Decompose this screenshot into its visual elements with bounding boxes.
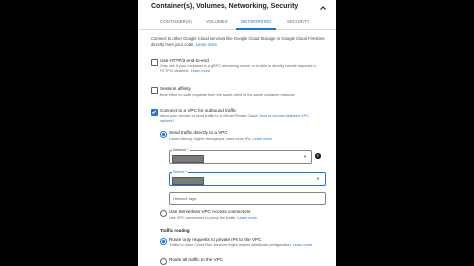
serverless-vpc-label: Use Serverless VPC Access connectors (169, 209, 251, 214)
active-tab-indicator (236, 28, 276, 30)
direct-vpc-learn-more-link[interactable]: Learn more (253, 137, 272, 141)
intro-text: Connect to other Google Cloud services l… (151, 36, 325, 47)
section-title: Container(s), Volumes, Networking, Secur… (151, 3, 299, 10)
route-private-learn-more-link[interactable]: Learn more (293, 243, 312, 247)
subnet-field-label: Subnet * (172, 170, 188, 174)
subnet-select[interactable]: Subnet * ▼ (169, 170, 326, 186)
intro-learn-more-link[interactable]: Learn more (196, 42, 217, 47)
tab-bar: CONTAINER(S) VOLUMES NETWORKING SECURITY (138, 16, 336, 30)
tab-containers[interactable]: CONTAINER(S) (160, 19, 192, 24)
dropdown-arrow-icon: ▼ (316, 176, 320, 181)
serverless-vpc-description: Use VPC connectors to proxy the traffic.… (169, 216, 257, 221)
network-help-icon[interactable]: ? (315, 153, 321, 159)
settings-panel: Container(s), Volumes, Networking, Secur… (138, 0, 336, 266)
vpc-choose-link-continued[interactable]: options? (160, 119, 309, 124)
direct-vpc-desc-text: Lower latency, higher throughput, uses m… (169, 137, 252, 141)
vpc-label: Connect to a VPC for outbound traffic (160, 108, 237, 113)
direct-vpc-label: Send traffic directly to a VPC (169, 130, 228, 135)
http2-checkbox[interactable] (151, 59, 158, 66)
http2-learn-more-link[interactable]: Learn more (191, 69, 210, 73)
subnet-redacted-value (172, 177, 204, 185)
vpc-checkbox[interactable] (151, 109, 158, 116)
network-tags-input[interactable]: Network tags (169, 192, 326, 205)
network-select[interactable]: Network * ▼ (169, 148, 312, 164)
tab-security[interactable]: SECURITY (287, 19, 310, 24)
direct-vpc-description: Lower latency, higher throughput, uses m… (169, 137, 272, 142)
route-all-label: Route all traffic to the VPC (169, 257, 224, 262)
network-tags-placeholder: Network tags (173, 196, 197, 201)
traffic-routing-title: Traffic routing (160, 228, 190, 233)
section-header[interactable]: Container(s), Volumes, Networking, Secur… (138, 0, 336, 16)
vpc-desc-text: Allow your service to send traffic to a … (160, 114, 259, 118)
network-field-label: Network * (172, 148, 190, 152)
dropdown-arrow-icon: ▼ (303, 154, 307, 159)
route-private-desc-text: Traffic to other Cloud Run services migh… (169, 243, 292, 247)
route-all-radio[interactable] (160, 258, 167, 265)
vpc-choose-link[interactable]: How to choose between VPC (259, 114, 308, 118)
network-redacted-value (172, 155, 204, 163)
tab-volumes[interactable]: VOLUMES (206, 19, 228, 24)
session-affinity-label: Session affinity (160, 86, 191, 91)
serverless-desc-text: Use VPC connectors to proxy the traffic. (169, 216, 237, 220)
tab-networking[interactable]: NETWORKING (241, 19, 272, 24)
chevron-up-icon[interactable] (318, 3, 328, 13)
http2-description: Only use if your container is a gRPC str… (160, 64, 316, 74)
session-affinity-checkbox[interactable] (151, 87, 158, 94)
serverless-learn-more-link[interactable]: Learn more (238, 216, 257, 220)
vpc-description: Allow your service to send traffic to a … (160, 114, 309, 124)
route-private-description: Traffic to other Cloud Run services migh… (169, 243, 312, 248)
http2-label: Use HTTP/2 end-to-end (160, 58, 209, 63)
direct-vpc-radio[interactable] (160, 131, 167, 138)
http2-desc-line-2: HTTP/2 cleartext. (160, 69, 190, 73)
intro-line-2: directly from your code. (151, 41, 195, 47)
serverless-vpc-radio[interactable] (160, 210, 167, 217)
route-private-label: Route only requests to private IPs to th… (169, 237, 262, 242)
route-private-radio[interactable] (160, 238, 167, 245)
session-affinity-description: Best effort to route requests from the s… (160, 93, 296, 97)
